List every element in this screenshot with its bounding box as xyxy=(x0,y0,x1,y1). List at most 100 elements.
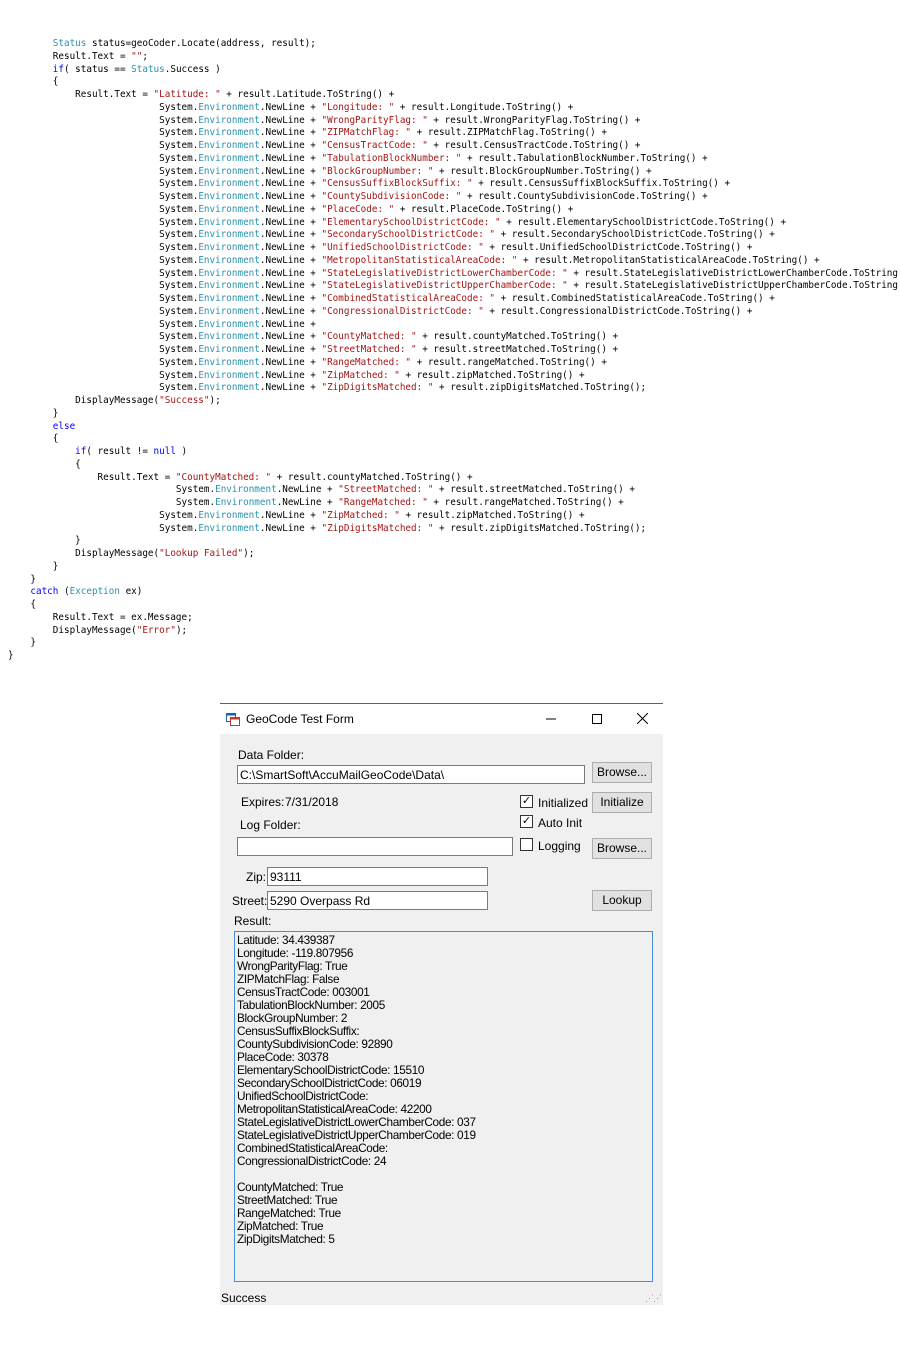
code-token: "CountySubdivisionCode: " xyxy=(321,191,462,202)
code-line: System.Environment.NewLine + "SecondaryS… xyxy=(8,229,898,242)
code-token: System. xyxy=(8,331,199,343)
code-token: .NewLine + xyxy=(259,267,322,279)
log-folder-browse-button[interactable]: Browse... xyxy=(592,838,652,859)
code-token: "StateLegislativeDistrictUpperChamberCod… xyxy=(321,280,568,292)
code-token: "StreetMatched: " xyxy=(338,484,434,496)
close-button[interactable] xyxy=(619,704,665,734)
zip-label: Zip: xyxy=(246,870,267,884)
expires-label: Expires: xyxy=(241,795,285,809)
code-line: DisplayMessage("Error"); xyxy=(8,625,898,638)
code-line: System.Environment.NewLine + "Elementary… xyxy=(8,217,898,230)
code-line: else xyxy=(8,421,898,434)
code-line: System.Environment.NewLine + xyxy=(8,319,898,332)
close-icon xyxy=(636,712,648,725)
lookup-button[interactable]: Lookup xyxy=(592,890,652,911)
data-folder-browse-button[interactable]: Browse... xyxy=(592,762,652,783)
code-line: } xyxy=(8,408,898,421)
auto-init-label: Auto Init xyxy=(538,816,583,830)
code-token: + result.BlockGroupNumber.ToString() + xyxy=(433,165,652,177)
code-token: .NewLine + xyxy=(259,382,322,394)
data-folder-label: Data Folder: xyxy=(238,748,305,762)
code-token: .NewLine + xyxy=(259,305,322,317)
code-token: + result.zipDigitsMatched.ToString(); xyxy=(433,522,647,534)
code-line: Result.Text = "CountyMatched: " + result… xyxy=(8,472,898,485)
code-token: Environment xyxy=(198,140,260,151)
auto-init-checkbox[interactable]: ✓ xyxy=(520,815,533,828)
result-line: ZipDigitsMatched: 5 xyxy=(237,1232,335,1246)
code-token: .NewLine + xyxy=(259,216,322,228)
log-folder-input[interactable] xyxy=(237,837,513,856)
code-token: "Error" xyxy=(136,624,176,636)
logging-checkbox[interactable] xyxy=(520,838,533,851)
code-token: "CensusSuffixBlockSuffix: " xyxy=(321,178,473,190)
code-line: if( result != null ) xyxy=(8,446,898,459)
code-line: System.Environment.NewLine + "Metropolit… xyxy=(8,255,898,268)
result-textarea[interactable]: Latitude: 34.439387 Longitude: -119.80795… xyxy=(234,931,653,1282)
code-token: System. xyxy=(8,267,199,279)
code-token: Environment xyxy=(198,267,260,279)
code-token: .NewLine + xyxy=(259,280,322,292)
code-token: DisplayMessage( xyxy=(8,548,160,559)
code-token: + result.StateLegislativeDistrictUpperCh… xyxy=(567,280,900,292)
code-token: .NewLine + xyxy=(259,242,322,253)
code-token: else xyxy=(52,420,76,432)
code-token: } xyxy=(8,637,36,649)
zip-input[interactable] xyxy=(267,867,488,886)
code-token: Environment xyxy=(198,178,260,190)
code-token: catch xyxy=(30,586,59,598)
code-token: "ZipMatched: " xyxy=(321,509,400,521)
code-token: .NewLine + xyxy=(259,293,322,304)
code-token: .NewLine + xyxy=(259,318,316,330)
data-folder-input[interactable] xyxy=(237,765,585,784)
code-line: System.Environment.NewLine + "ZipMatched… xyxy=(8,370,898,383)
code-token: { xyxy=(8,433,59,445)
minimize-button[interactable] xyxy=(528,704,574,734)
code-token: .NewLine + xyxy=(259,127,322,139)
code-line: System.Environment.NewLine + "CombinedSt… xyxy=(8,293,898,306)
code-token: "StreetMatched: " xyxy=(321,344,417,355)
maximize-button[interactable] xyxy=(574,704,620,734)
code-token: + result.CountySubdivisionCode.ToString(… xyxy=(461,191,708,202)
resize-grip-icon[interactable]: ⋰⋰ xyxy=(645,1293,662,1304)
code-token: System. xyxy=(8,152,199,164)
code-token: .NewLine + xyxy=(259,522,322,534)
check-icon: ✓ xyxy=(521,795,532,807)
code-token: + result.CensusSuffixBlockSuffix.ToStrin… xyxy=(472,178,731,190)
code-token: Environment xyxy=(198,382,260,394)
code-token: Exception xyxy=(69,586,120,598)
street-input[interactable] xyxy=(267,891,488,910)
code-token: "ZIPMatchFlag: " xyxy=(321,127,412,139)
code-token: + result.UnifiedSchoolDistrictCode.ToStr… xyxy=(483,242,753,253)
code-token: + result.streetMatched.ToString() + xyxy=(416,344,619,355)
title-bar[interactable]: GeoCode Test Form xyxy=(220,704,663,734)
code-token: Environment xyxy=(198,305,260,317)
code-line: System.Environment.NewLine + "CensusSuff… xyxy=(8,178,898,191)
code-token: Environment xyxy=(198,293,260,304)
code-line: System.Environment.NewLine + "ZipDigitsM… xyxy=(8,523,898,536)
code-token: "BlockGroupNumber: " xyxy=(321,165,434,177)
initialize-button[interactable]: Initialize xyxy=(592,792,652,813)
code-token: .NewLine + xyxy=(276,497,339,508)
code-line: Result.Text = ""; xyxy=(8,51,898,64)
code-token: ( xyxy=(58,586,70,598)
code-token: + result.zipMatched.ToString() + xyxy=(399,369,585,381)
code-token: "Latitude: " xyxy=(153,89,221,100)
code-token: "CongressionalDistrictCode: " xyxy=(321,305,484,317)
code-token: .NewLine + xyxy=(259,191,322,202)
initialized-checkbox[interactable]: ✓ xyxy=(520,795,533,808)
code-token: System. xyxy=(8,127,199,139)
code-line: System.Environment.NewLine + "StreetMatc… xyxy=(8,344,898,357)
code-token: "MetropolitanStatisticalAreaCode: " xyxy=(321,254,518,266)
code-token: System. xyxy=(8,305,199,317)
code-token: Environment xyxy=(198,509,260,521)
code-token: ex) xyxy=(119,586,143,598)
code-token: System. xyxy=(8,242,199,253)
code-token: Result.Text = xyxy=(8,471,176,483)
code-token: DisplayMessage( xyxy=(8,624,137,636)
code-line: } xyxy=(8,535,898,548)
code-token: System. xyxy=(8,522,199,534)
code-token: ); xyxy=(175,624,188,636)
code-token: "ZipDigitsMatched: " xyxy=(321,522,434,534)
